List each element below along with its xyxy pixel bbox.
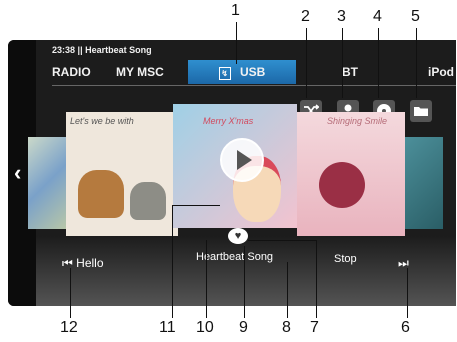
tab-divider — [52, 85, 456, 86]
cover-title-flower: Shinging Smile — [327, 116, 388, 126]
callout-5: 5 — [411, 8, 420, 25]
callout-2: 2 — [301, 8, 310, 25]
album-cover-far-left[interactable] — [28, 137, 66, 229]
leader-5 — [416, 28, 417, 98]
folder-icon — [414, 107, 428, 116]
leader-8 — [287, 262, 288, 318]
favorite-heart-icon[interactable]: ♥ — [228, 228, 248, 244]
status-bar: 23:38 || Heartbeat Song — [52, 45, 152, 55]
previous-song-label: Hello — [76, 256, 104, 270]
callout-11: 11 — [159, 319, 176, 336]
tab-radio[interactable]: RADIO — [52, 60, 91, 84]
source-tabs: RADIO MY MSC ↯ USB BT iPod — [52, 60, 456, 86]
back-arrow-icon[interactable]: ‹ — [14, 160, 21, 186]
dog-illustration — [78, 170, 124, 218]
tab-ipod[interactable]: iPod — [428, 60, 454, 84]
callout-3: 3 — [337, 8, 346, 25]
screen-glow — [8, 236, 456, 306]
skip-previous-icon: ⏮ — [62, 256, 73, 270]
callout-6: 6 — [401, 319, 410, 336]
leader-7 — [316, 240, 317, 318]
leader-9 — [244, 246, 245, 318]
leader-4 — [378, 28, 379, 98]
previous-track-button[interactable]: ⏮ Hello — [62, 256, 104, 271]
tab-usb[interactable]: ↯ USB — [188, 60, 296, 84]
folder-button[interactable] — [410, 100, 432, 122]
callout-1: 1 — [231, 2, 240, 19]
callout-10: 10 — [196, 319, 214, 336]
current-song-label: Heartbeat Song — [196, 251, 274, 263]
leader-7h — [248, 240, 316, 241]
callout-9: 9 — [239, 319, 248, 336]
callout-8: 8 — [282, 319, 291, 336]
next-song-label: Stop — [334, 253, 357, 265]
leader-1 — [236, 22, 237, 64]
status-song: Heartbeat Song — [85, 45, 152, 55]
leader-2 — [306, 28, 307, 98]
status-separator: || — [77, 45, 83, 55]
callout-12: 12 — [60, 319, 78, 336]
status-time: 23:38 — [52, 45, 76, 55]
leader-6 — [407, 268, 408, 318]
leader-11h — [172, 205, 220, 206]
callout-7: 7 — [310, 319, 319, 336]
callout-4: 4 — [373, 8, 382, 25]
leader-3 — [342, 28, 343, 98]
cat-illustration — [130, 182, 166, 220]
leader-12 — [70, 268, 71, 318]
usb-icon: ↯ — [218, 67, 231, 80]
flower-illustration — [319, 162, 365, 208]
play-button[interactable] — [220, 138, 264, 182]
tab-usb-label: USB — [240, 65, 266, 79]
album-cover-stop[interactable]: Shinging Smile — [297, 112, 405, 236]
leader-10 — [206, 240, 207, 318]
album-cover-hello[interactable]: Let's we be with — [66, 112, 178, 236]
tab-my-msc[interactable]: MY MSC — [116, 60, 164, 84]
tab-bt[interactable]: BT — [342, 60, 358, 84]
leader-11 — [172, 205, 173, 318]
cover-title-dog: Let's we be with — [70, 116, 134, 126]
cover-title-center: Merry X'mas — [203, 116, 254, 126]
album-cover-far-right[interactable] — [405, 137, 443, 229]
